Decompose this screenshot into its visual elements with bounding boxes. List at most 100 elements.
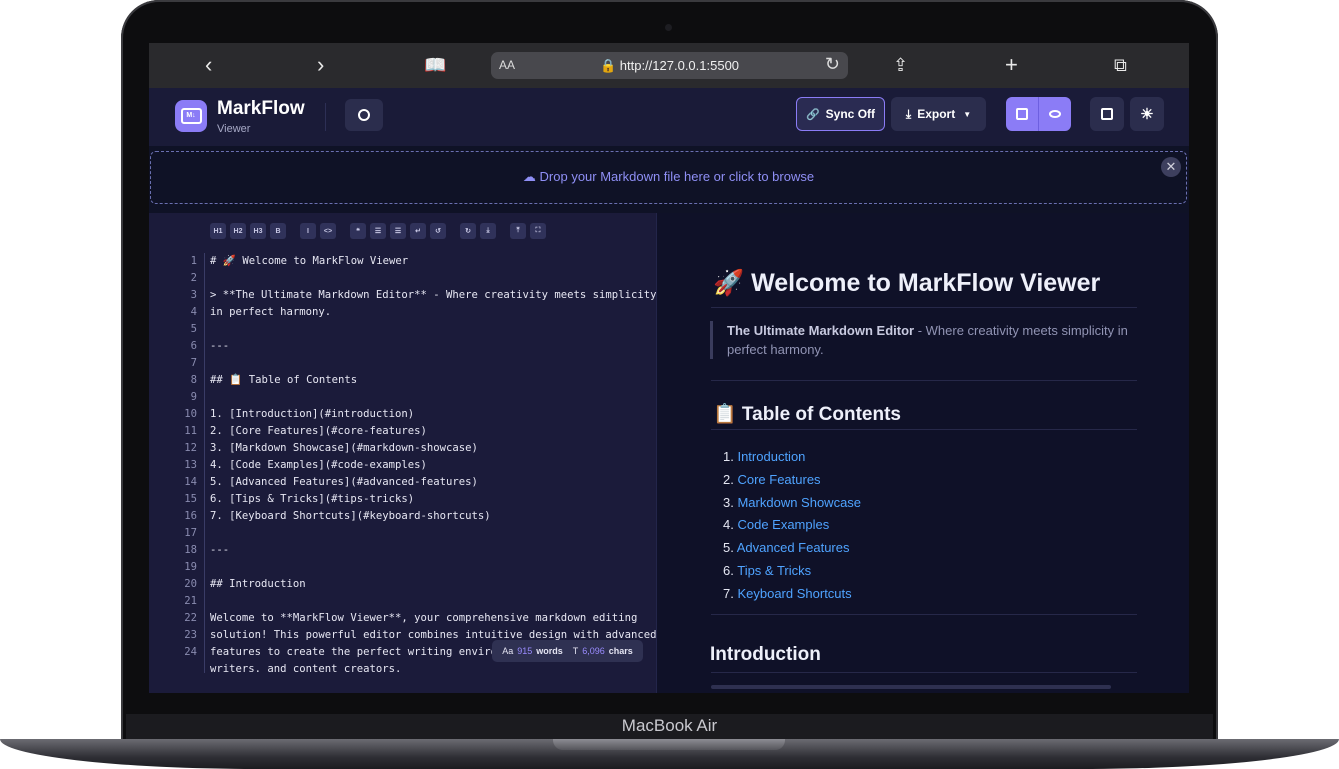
editor-pane[interactable]: H1 H2 H3 B I <> ❝ ☰ ☰ ↵ ↺ ↻ ⤓ ⤒ ⛶ 1 # 🚀 Welcome to Mark… <box>149 213 656 693</box>
export-button[interactable]: ⤓ Export ▼ <box>891 97 986 131</box>
toc-number: 3. <box>723 494 734 510</box>
code-line: 10 1. [Introduction](#introduction) <box>149 406 656 423</box>
code-line: 3 > **The Ultimate Markdown Editor** - Wh… <box>149 287 657 304</box>
preview-view-button[interactable] <box>1039 97 1071 131</box>
toolbar-button[interactable]: ⤓ <box>480 223 496 239</box>
code-line: 13 4. [Code Examples](#code-examples) <box>149 457 656 474</box>
line-number: 20 <box>184 578 197 590</box>
back-icon[interactable]: ‹ <box>205 52 212 78</box>
chars-icon: T <box>572 646 579 656</box>
toolbar-button[interactable]: B <box>270 223 286 239</box>
code-line: 4 in perfect harmony. <box>149 304 656 321</box>
github-button[interactable] <box>345 99 383 131</box>
line-text: Welcome to **MarkFlow Viewer**, your com… <box>210 612 638 624</box>
toolbar-button[interactable]: ⤒ <box>510 223 526 239</box>
code-line: 5 <box>149 321 656 338</box>
url-value: http://127.0.0.1:5500 <box>619 58 740 73</box>
tabs-overview-icon[interactable]: ⧉ <box>1114 52 1127 78</box>
code-line: 19 <box>149 559 656 576</box>
line-number: 15 <box>184 493 197 505</box>
code-icon <box>1016 108 1028 120</box>
line-text: 7. [Keyboard Shortcuts](#keyboard-shortc… <box>210 510 491 522</box>
toc-link[interactable]: Tips & Tricks <box>737 563 811 578</box>
line-text: # 🚀 Welcome to MarkFlow Viewer <box>210 255 409 267</box>
toolbar-button[interactable]: ☰ <box>370 223 386 239</box>
sync-scroll-button[interactable]: 🔗 Sync Off <box>796 97 885 131</box>
word-count-badge: Aa 915 words T 6,096 chars <box>492 640 643 662</box>
code-line: 18 --- <box>149 542 656 559</box>
app-title: MarkFlow <box>217 98 305 119</box>
line-text: in perfect harmony. <box>210 306 332 318</box>
toolbar-button[interactable]: <> <box>320 223 336 239</box>
toolbar-button[interactable]: H3 <box>250 223 266 239</box>
toolbar-button[interactable]: ↻ <box>460 223 476 239</box>
toolbar-button[interactable]: ❝ <box>350 223 366 239</box>
toc-link[interactable]: Keyboard Shortcuts <box>737 586 851 601</box>
sync-label: Sync Off <box>825 107 876 121</box>
line-number: 12 <box>184 442 197 454</box>
clipboard-icon <box>1101 108 1113 120</box>
toc-link[interactable]: Introduction <box>737 449 805 464</box>
char-count: 6,096 <box>582 646 605 656</box>
share-icon[interactable]: ⇪ <box>893 52 908 78</box>
copy-button[interactable] <box>1090 97 1124 131</box>
line-text: 3. [Markdown Showcase](#markdown-showcas… <box>210 442 478 454</box>
toolbar-button[interactable]: ↵ <box>410 223 426 239</box>
dropzone-close-button[interactable]: ✕ <box>1161 157 1181 177</box>
heading-underline <box>711 429 1137 430</box>
toolbar-button[interactable]: ↺ <box>430 223 446 239</box>
code-line: 16 7. [Keyboard Shortcuts](#keyboard-shor… <box>149 508 656 525</box>
line-text: 5. [Advanced Features](#advanced-feature… <box>210 476 478 488</box>
toc-number: 1. <box>723 449 734 464</box>
toc-link[interactable]: Code Examples <box>737 517 829 532</box>
toc-item: 4. Code Examples <box>723 514 861 537</box>
app-subtitle: Viewer <box>217 123 251 135</box>
new-tab-icon[interactable]: + <box>1005 52 1018 78</box>
toolbar-button[interactable]: H1 <box>210 223 226 239</box>
code-line: 1 # 🚀 Welcome to MarkFlow Viewer <box>149 253 656 270</box>
reload-icon[interactable]: ↻ <box>825 54 840 75</box>
toc-link[interactable]: Markdown Showcase <box>737 495 861 510</box>
bookmarks-icon[interactable]: 📖 <box>424 52 446 78</box>
preview-introduction-heading: Introduction <box>710 644 821 665</box>
line-text: ## 📋 Table of Contents <box>210 374 358 386</box>
browser-toolbar: ‹ › 📖 AA 🔒 http://127.0.0.1:5500 ↻ ⇪ + ⧉ <box>149 43 1189 88</box>
screen: ‹ › 📖 AA 🔒 http://127.0.0.1:5500 ↻ ⇪ + ⧉… <box>149 43 1189 693</box>
device-brand-label: MacBook Air <box>621 716 718 735</box>
export-label: Export <box>917 107 956 121</box>
code-line: 7 <box>149 355 656 372</box>
line-number: 17 <box>184 527 197 539</box>
toolbar-button[interactable]: I <box>300 223 316 239</box>
toc-list: 1. Introduction 2. Core Features 3. Markdo… <box>723 446 861 606</box>
code-line: 9 <box>149 389 656 406</box>
toc-item: 1. Introduction <box>723 446 861 469</box>
camera <box>665 24 672 31</box>
preview-blockquote: The Ultimate Markdown Editor - Where cre… <box>710 321 1147 359</box>
horizontal-rule <box>711 380 1137 381</box>
toc-number: 2. <box>723 471 734 487</box>
line-number: 3 <box>190 289 197 301</box>
forward-icon[interactable]: › <box>317 52 324 78</box>
toc-item: 2. Core Features <box>723 469 861 492</box>
line-number: 13 <box>184 459 197 471</box>
preview-toc-heading: 📋 Table of Contents <box>713 404 901 425</box>
toc-link[interactable]: Advanced Features <box>737 540 850 555</box>
theme-toggle-button[interactable]: ☀ <box>1130 97 1164 131</box>
toc-link[interactable]: Core Features <box>737 472 820 487</box>
file-dropzone[interactable]: ☁ Drop your Markdown file here or click … <box>150 151 1187 204</box>
line-text: 6. [Tips & Tricks](#tips-tricks) <box>210 493 415 505</box>
dropzone-label: Drop your Markdown file here or click to… <box>539 169 815 184</box>
code-line: 20 ## Introduction <box>149 576 656 593</box>
editor-view-button[interactable] <box>1006 97 1039 131</box>
word-label: words <box>536 646 563 656</box>
dropzone-text: ☁ Drop your Markdown file here or click … <box>151 169 1186 185</box>
cut-off-paragraph <box>711 685 1111 689</box>
toc-number: 6. <box>723 562 734 578</box>
line-number: 21 <box>184 595 197 607</box>
toolbar-button[interactable]: ⛶ <box>530 223 546 239</box>
toolbar-button[interactable]: H2 <box>230 223 246 239</box>
chevron-down-icon: ▼ <box>963 109 972 119</box>
address-bar[interactable]: AA 🔒 http://127.0.0.1:5500 ↻ <box>491 52 848 79</box>
toolbar-button[interactable]: ☰ <box>390 223 406 239</box>
